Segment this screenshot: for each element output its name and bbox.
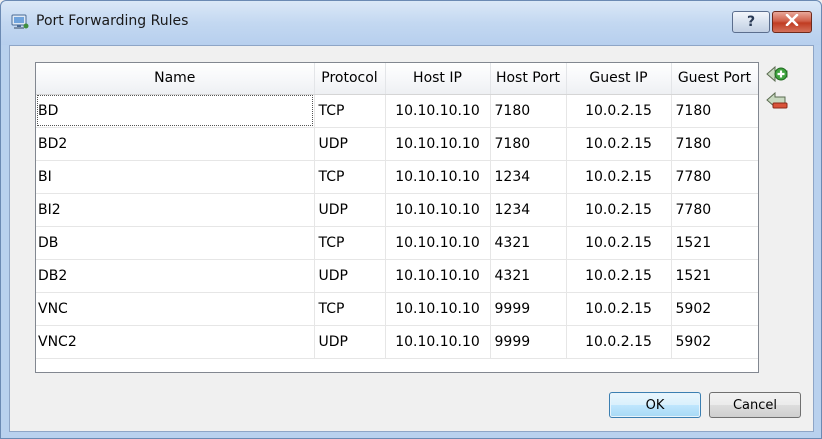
cell-guest-port[interactable]: 1521 — [671, 226, 758, 260]
cell-guest-port[interactable]: 7180 — [671, 127, 758, 161]
cell-guest-ip[interactable]: 10.0.2.15 — [566, 325, 672, 359]
cell-host-ip[interactable]: 10.10.10.10 — [385, 160, 491, 194]
cell-guest-port[interactable]: 7780 — [671, 193, 758, 227]
cell-name[interactable]: BI — [36, 160, 315, 194]
table-row[interactable]: BI2 UDP 10.10.10.10 1234 10.0.2.15 7780 — [36, 193, 758, 227]
table-row[interactable]: VNC2 UDP 10.10.10.10 9999 10.0.2.15 5902 — [36, 325, 758, 359]
cell-host-ip[interactable]: 10.10.10.10 — [385, 325, 491, 359]
cell-host-port[interactable]: 7180 — [490, 94, 567, 128]
cell-host-port[interactable]: 1234 — [490, 193, 567, 227]
add-rule-button[interactable] — [764, 64, 790, 88]
column-header-name[interactable]: Name — [36, 63, 315, 95]
cell-guest-ip[interactable]: 10.0.2.15 — [566, 292, 672, 326]
help-label: ? — [746, 14, 756, 30]
column-header-guest-ip[interactable]: Guest IP — [566, 63, 672, 95]
cell-name[interactable]: VNC — [36, 292, 315, 326]
cell-host-ip[interactable]: 10.10.10.10 — [385, 226, 491, 260]
table-row[interactable]: BD2 UDP 10.10.10.10 7180 10.0.2.15 7180 — [36, 127, 758, 161]
cell-guest-ip[interactable]: 10.0.2.15 — [566, 160, 672, 194]
dialog-title: Port Forwarding Rules — [36, 13, 189, 29]
help-button[interactable]: ? — [732, 11, 770, 33]
cell-guest-ip[interactable]: 10.0.2.15 — [566, 193, 672, 227]
cell-protocol[interactable]: TCP — [314, 292, 386, 326]
column-header-host-ip[interactable]: Host IP — [385, 63, 491, 95]
cell-protocol[interactable]: UDP — [314, 325, 386, 359]
cell-host-port[interactable]: 9999 — [490, 292, 567, 326]
cell-protocol[interactable]: TCP — [314, 160, 386, 194]
cell-protocol[interactable]: UDP — [314, 127, 386, 161]
network-window-icon — [11, 14, 29, 30]
cell-name[interactable]: VNC2 — [36, 325, 315, 359]
cell-host-port[interactable]: 4321 — [490, 226, 567, 260]
cell-host-ip[interactable]: 10.10.10.10 — [385, 292, 491, 326]
cell-host-ip[interactable]: 10.10.10.10 — [385, 259, 491, 293]
table-row[interactable]: DB2 UDP 10.10.10.10 4321 10.0.2.15 1521 — [36, 259, 758, 293]
cell-protocol[interactable]: TCP — [314, 226, 386, 260]
cell-guest-ip[interactable]: 10.0.2.15 — [566, 127, 672, 161]
title-bar[interactable]: Port Forwarding Rules ? — [1, 1, 821, 45]
cell-host-ip[interactable]: 10.10.10.10 — [385, 127, 491, 161]
cell-name[interactable]: BI2 — [36, 193, 315, 227]
cell-name[interactable]: DB2 — [36, 259, 315, 293]
cell-host-port[interactable]: 9999 — [490, 325, 567, 359]
close-button[interactable] — [772, 11, 812, 33]
cell-host-port[interactable]: 7180 — [490, 127, 567, 161]
rules-table-frame: Name Protocol Host IP Host Port Guest IP… — [35, 62, 759, 373]
cancel-button[interactable]: Cancel — [709, 392, 801, 418]
cell-guest-port[interactable]: 5902 — [671, 292, 758, 326]
table-row[interactable]: DB TCP 10.10.10.10 4321 10.0.2.15 1521 — [36, 226, 758, 260]
cell-name[interactable]: BD2 — [36, 127, 315, 161]
port-forwarding-dialog: Port Forwarding Rules ? Name Protocol Ho… — [0, 0, 822, 439]
cell-protocol[interactable]: TCP — [314, 94, 386, 128]
cell-guest-ip[interactable]: 10.0.2.15 — [566, 226, 672, 260]
cell-name[interactable]: DB — [36, 226, 315, 260]
table-row[interactable]: VNC TCP 10.10.10.10 9999 10.0.2.15 5902 — [36, 292, 758, 326]
cell-guest-port[interactable]: 7180 — [671, 94, 758, 128]
remove-rule-button[interactable] — [764, 90, 790, 114]
cell-guest-port[interactable]: 7780 — [671, 160, 758, 194]
cell-protocol[interactable]: UDP — [314, 259, 386, 293]
table-header-row: Name Protocol Host IP Host Port Guest IP… — [36, 63, 758, 95]
table-row[interactable]: BI TCP 10.10.10.10 1234 10.0.2.15 7780 — [36, 160, 758, 194]
close-icon — [785, 13, 799, 30]
column-header-host-port[interactable]: Host Port — [490, 63, 567, 95]
cell-host-port[interactable]: 1234 — [490, 160, 567, 194]
table-row[interactable]: BD TCP 10.10.10.10 7180 10.0.2.15 7180 — [36, 94, 758, 128]
column-header-protocol[interactable]: Protocol — [314, 63, 386, 95]
cell-guest-port[interactable]: 5902 — [671, 325, 758, 359]
dialog-body: Name Protocol Host IP Host Port Guest IP… — [9, 45, 814, 432]
cell-protocol[interactable]: UDP — [314, 193, 386, 227]
cell-guest-ip[interactable]: 10.0.2.15 — [566, 94, 672, 128]
cell-guest-port[interactable]: 1521 — [671, 259, 758, 293]
cell-host-ip[interactable]: 10.10.10.10 — [385, 193, 491, 227]
column-header-guest-port[interactable]: Guest Port — [671, 63, 758, 95]
cell-host-port[interactable]: 4321 — [490, 259, 567, 293]
remove-rule-icon — [765, 89, 789, 115]
add-rule-icon — [765, 63, 789, 89]
cell-name[interactable]: BD — [36, 94, 315, 128]
ok-button[interactable]: OK — [609, 392, 701, 418]
cell-host-ip[interactable]: 10.10.10.10 — [385, 94, 491, 128]
rules-table: Name Protocol Host IP Host Port Guest IP… — [36, 63, 758, 359]
cell-guest-ip[interactable]: 10.0.2.15 — [566, 259, 672, 293]
